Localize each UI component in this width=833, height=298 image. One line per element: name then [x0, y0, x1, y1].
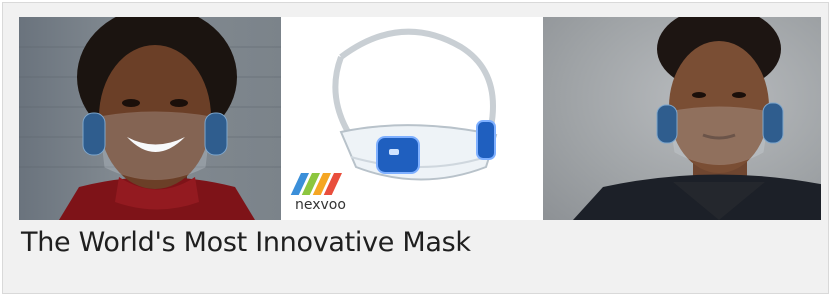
- woman-illustration: [19, 17, 281, 220]
- photo-product: nexvoo: [281, 17, 543, 220]
- brand-logo-text: nexvoo: [295, 197, 346, 213]
- man-illustration: [573, 17, 821, 220]
- mask-product-illustration: [290, 28, 498, 195]
- product-card[interactable]: nexvoo The World's Most Innovative Mask: [2, 2, 829, 294]
- photo-woman: [19, 17, 281, 220]
- card-title[interactable]: The World's Most Innovative Mask: [21, 227, 471, 258]
- photo-man: [543, 17, 821, 220]
- image-collage[interactable]: nexvoo: [19, 17, 821, 220]
